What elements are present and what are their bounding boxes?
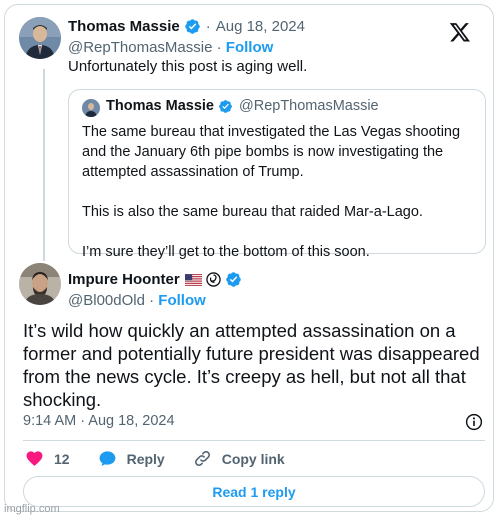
reply-post-header: Impure Hoonter [68,271,242,288]
post-date[interactable]: Aug 18, 2024 [216,18,305,35]
author-name[interactable]: Impure Hoonter [68,271,180,288]
post-timestamp[interactable]: 9:14 AM · Aug 18, 2024 [23,413,175,429]
link-icon [194,451,210,466]
reply-bubble-icon [99,451,115,467]
quoted-post-body: The same bureau that investigated the La… [82,122,482,262]
copy-link-button[interactable]: Copy link [193,449,285,468]
like-count: 12 [54,450,70,467]
avatar[interactable] [19,263,61,305]
quoted-author-name: Thomas Massie [106,98,214,114]
action-bar: 12 Reply Copy link [25,449,313,468]
quoted-post[interactable]: Thomas Massie @RepThomasMassie The same … [68,89,486,260]
author-name[interactable]: Thomas Massie [68,18,180,35]
author-handle[interactable]: @Bl00dOld [68,292,145,309]
watermark: imgflip.com [4,503,60,515]
reply-button[interactable]: Reply [98,449,165,468]
handle-separator: · [144,292,159,309]
read-replies-button[interactable]: Read 1 reply [23,476,485,507]
us-flag-icon [184,273,202,286]
verified-badge-icon [218,99,233,114]
verified-badge-icon [225,271,242,288]
swirl-emoji-icon [205,272,221,287]
follow-button[interactable]: Follow [226,39,274,56]
reply-post-handle-row: @Bl00dOld · Follow [68,292,206,309]
quoted-author-handle: @RepThomasMassie [239,98,379,114]
author-handle[interactable]: @RepThomasMassie [68,39,212,56]
original-post-handle-row: @RepThomasMassie · Follow [68,39,273,56]
heart-icon [26,451,43,466]
handle-separator: · [212,39,226,56]
avatar [82,99,100,117]
copy-link-label: Copy link [221,450,285,467]
quoted-paragraph: This is also the same bureau that raided… [82,204,423,220]
quoted-paragraph: I’m sure they’ll get to the bottom of th… [82,244,370,260]
header-separator: · [205,18,211,35]
verified-badge-icon [184,18,201,35]
info-icon[interactable] [465,413,483,431]
reply-post-text: It’s wild how quickly an attempted assas… [23,320,480,410]
thread-connector-line [43,69,45,261]
x-logo-icon[interactable] [449,21,471,43]
follow-button[interactable]: Follow [158,292,206,309]
like-button[interactable]: 12 [25,449,70,468]
quoted-post-header: Thomas Massie @RepThomasMassie [106,98,379,114]
avatar[interactable] [19,17,61,59]
original-post-text: Unfortunately this post is aging well. [68,58,308,75]
original-post-header: Thomas Massie · Aug 18, 2024 [68,18,305,35]
quoted-paragraph: The same bureau that investigated the La… [82,124,461,180]
divider [23,440,485,441]
reply-label: Reply [126,450,165,467]
post-card: Thomas Massie · Aug 18, 2024 @RepThomasM… [4,4,494,512]
